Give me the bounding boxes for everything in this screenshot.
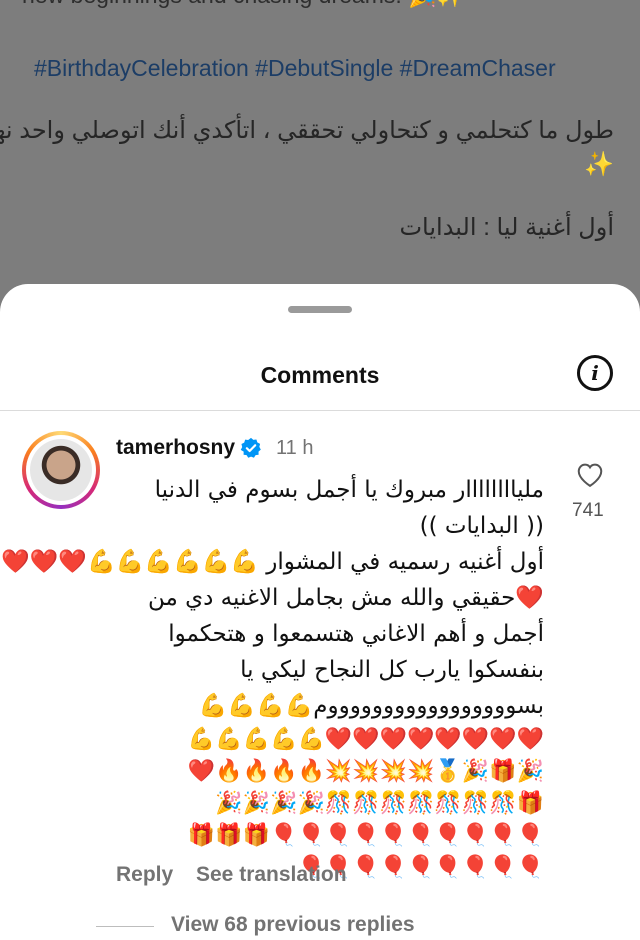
comment-timestamp: 11 h — [276, 437, 314, 459]
comment-emoji-line: 🎉🎁🎉🥇💥💥💥💥🔥🔥🔥🔥❤️ — [187, 759, 544, 784]
post-caption-arabic-line-2: ✨ — [584, 151, 614, 178]
sheet-title: Comments — [260, 362, 380, 388]
comment-line: أجمل و أهم الاغاني هتسمعوا و هتحكموا — [168, 621, 544, 647]
comment-line: ملياااااااار مبروك يا أجمل بسوم في الدني… — [154, 477, 544, 503]
avatar-image — [30, 439, 92, 501]
post-caption-background: new beginnings and chasing dreams. 🎉✨ #B… — [0, 0, 640, 300]
sheet-divider — [0, 410, 640, 411]
verified-badge-icon — [240, 437, 261, 458]
post-caption-arabic-line-1: طول ما كتحلمي و كتحاولي تحققي ، اتأكدي أ… — [0, 117, 614, 144]
sheet-drag-handle[interactable] — [288, 306, 352, 313]
comment-line: بنفسكوا يارب كل النجاح ليكي يا — [240, 657, 544, 683]
info-icon[interactable]: i — [577, 355, 613, 391]
comment-emoji-line: 🎁🎊🎊🎊🎊🎊🎊🎊🎉🎉🎉🎉 — [215, 791, 544, 816]
view-replies-button[interactable]: View 68 previous replies — [171, 913, 415, 937]
avatar[interactable] — [22, 431, 100, 509]
reply-button[interactable]: Reply — [116, 863, 173, 887]
comments-sheet: Comments i tamerhosny 11 h ملياااااااار … — [0, 284, 640, 940]
comment-line: (( البدايات )) — [419, 513, 544, 539]
comment-emoji-line: 🎈🎈🎈🎈🎈🎈🎈🎈🎈🎈🎁🎁🎁 — [187, 823, 544, 848]
see-translation-button[interactable]: See translation — [196, 863, 347, 887]
post-hashtags[interactable]: #BirthdayCelebration #DebutSingle #Dream… — [34, 55, 556, 82]
like-count: 741 — [572, 500, 604, 521]
comment-line: بسوووووووووووووووووم💪💪💪💪 — [198, 693, 544, 719]
comment-line: أول أغنيه رسميه في المشوار 💪💪💪💪💪💪❤️❤️❤️ — [1, 549, 544, 575]
heart-icon[interactable] — [575, 460, 605, 488]
post-caption-partial-line: new beginnings and chasing dreams. 🎉✨ — [22, 0, 465, 9]
comment-username[interactable]: tamerhosny — [116, 436, 235, 460]
comment-line: ❤️حقيقي والله مش بجامل الاغنيه دي من — [147, 585, 544, 611]
replies-divider — [96, 926, 154, 927]
comment-emoji-line: ❤️❤️❤️❤️❤️❤️❤️❤️💪💪💪💪💪 — [187, 727, 544, 752]
comment-body: ملياااااااار مبروك يا أجمل بسوم في الدني… — [1, 472, 544, 884]
post-caption-arabic-line-3: أول أغنية ليا : البدايات — [399, 214, 614, 241]
